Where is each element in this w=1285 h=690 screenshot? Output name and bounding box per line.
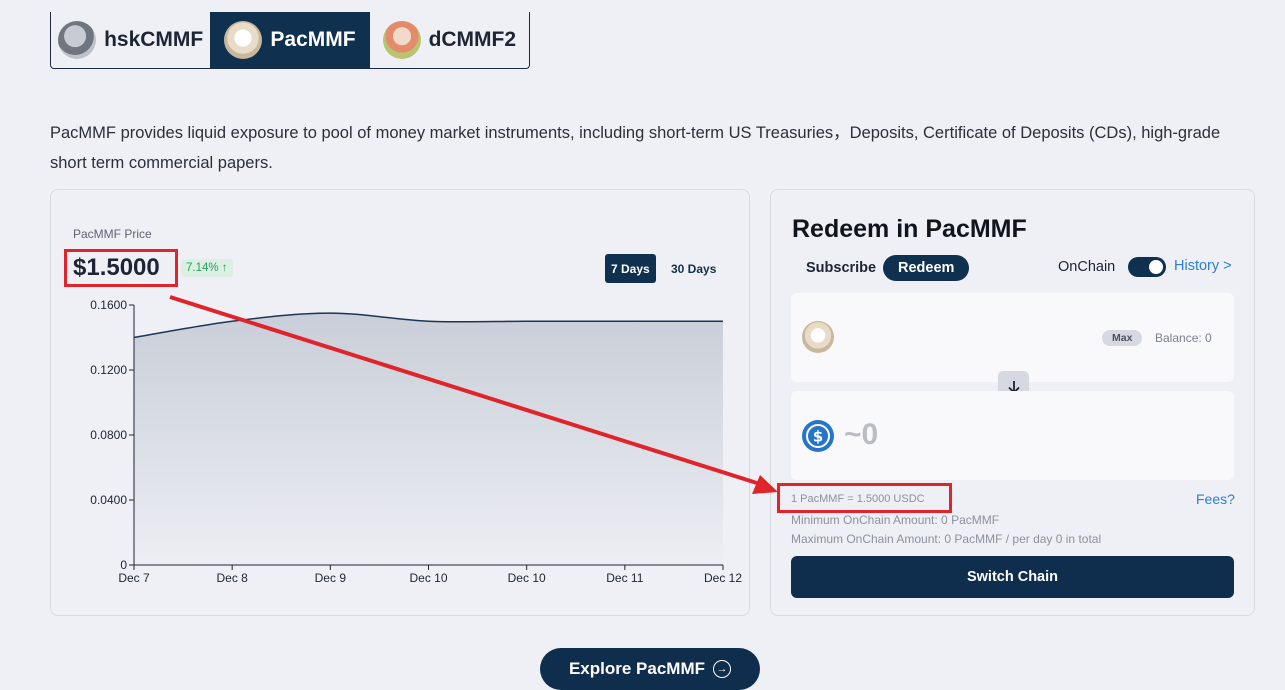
tab-pacmmf[interactable]: PacMMF	[210, 12, 370, 68]
explore-label: Explore PacMMF	[568, 659, 706, 678]
x-tick-label: Dec 10	[409, 571, 447, 585]
y-tick-label: 0.0400	[90, 493, 127, 507]
x-tick-label: Dec 9	[315, 571, 347, 585]
pacmmf-avatar	[224, 21, 263, 59]
usdc-icon: $	[802, 420, 834, 452]
tab-label: hskCMMF	[104, 28, 204, 51]
explore-button[interactable]: Explore PacMMF →	[540, 648, 760, 690]
redeem-card: Redeem in PacMMF Subscribe Redeem OnChai…	[770, 189, 1255, 616]
price-highlight-box	[64, 249, 178, 287]
tab-label: PacMMF	[270, 28, 356, 51]
minimum-amount-text: Minimum OnChain Amount: 0 PacMMF	[791, 513, 1000, 527]
y-tick-label: 0.1600	[90, 298, 127, 312]
redeem-tab[interactable]: Redeem	[883, 255, 970, 281]
rate-highlight-box	[777, 483, 952, 513]
fees-link[interactable]: Fees?	[1196, 491, 1235, 507]
max-button[interactable]: Max	[1102, 330, 1143, 346]
chart-area	[134, 313, 723, 565]
switch-chain-button[interactable]: Switch Chain	[791, 556, 1234, 598]
hskcmmf-avatar	[58, 21, 97, 59]
redeem-input-box[interactable]: Max Balance: 0	[791, 293, 1234, 382]
fund-description: PacMMF provides liquid exposure to pool …	[50, 124, 1221, 172]
fund-tabs: hskCMMF PacMMF dCMMF2	[50, 12, 530, 69]
redeem-title: Redeem in PacMMF	[792, 215, 1027, 243]
toggle-knob	[1149, 260, 1163, 274]
x-tick-label: Dec 8	[216, 571, 248, 585]
pacmmf-token-icon	[802, 321, 834, 353]
maximum-amount-text: Maximum OnChain Amount: 0 PacMMF / per d…	[791, 532, 1102, 546]
tab-dcmmf2[interactable]: dCMMF2	[370, 12, 529, 68]
tab-label: dCMMF2	[428, 28, 517, 51]
y-tick-label: 0.1200	[90, 363, 127, 377]
x-tick-label: Dec 7	[118, 571, 150, 585]
arrow-right-circle-icon: →	[713, 660, 732, 678]
output-amount: ~0	[844, 418, 879, 451]
y-tick-label: 0.0800	[90, 428, 127, 442]
x-tick-label: Dec 10	[508, 571, 546, 585]
x-tick-label: Dec 11	[606, 571, 643, 585]
subscribe-tab[interactable]: Subscribe	[791, 255, 891, 281]
history-link[interactable]: History >	[1174, 258, 1232, 274]
redeem-output-box: $ ~0	[791, 391, 1234, 480]
dcmmf2-avatar	[382, 21, 421, 59]
onchain-label: OnChain	[1058, 259, 1116, 275]
x-tick-label: Dec 12	[704, 571, 742, 585]
svg-text:$: $	[813, 428, 823, 446]
y-tick-label: 0	[120, 558, 127, 572]
tab-hskcmmf[interactable]: hskCMMF	[51, 12, 210, 68]
onchain-toggle[interactable]	[1128, 257, 1166, 277]
balance-text: Balance: 0	[1155, 331, 1212, 345]
